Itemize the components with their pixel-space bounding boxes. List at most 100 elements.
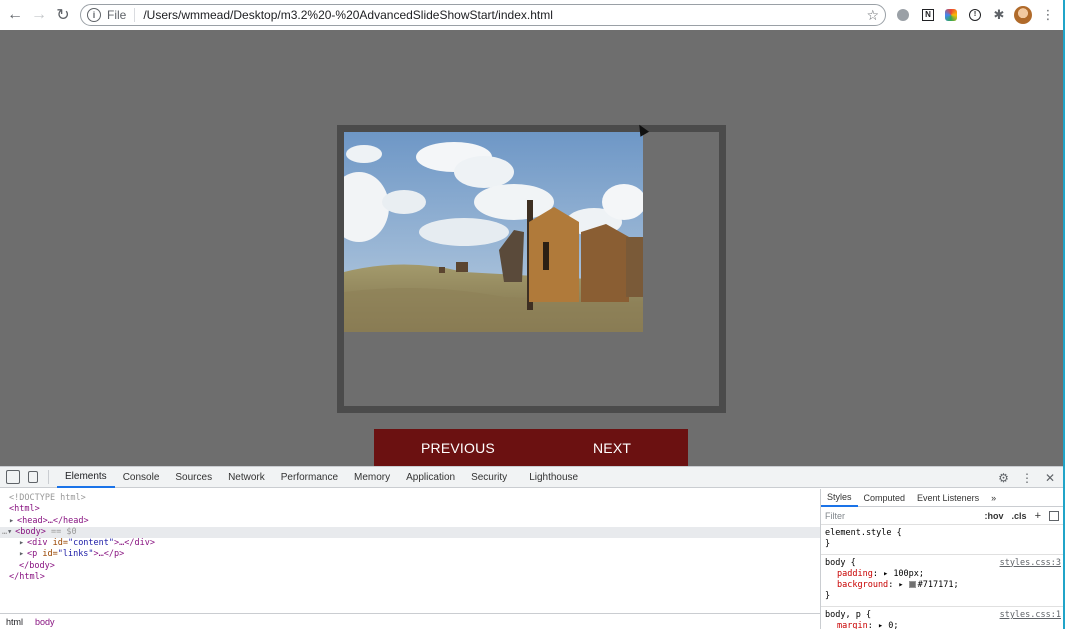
padding-prop: padding xyxy=(837,568,873,579)
next-link[interactable]: NEXT xyxy=(593,440,631,456)
css-rules: element.style { } styles.css:3 body { pa… xyxy=(821,525,1063,629)
omnibox-divider xyxy=(134,8,136,22)
rule-element-style: element.style { } xyxy=(821,525,1063,555)
expand-triangle-icon[interactable]: ▸ xyxy=(9,516,17,527)
profile-avatar[interactable] xyxy=(1014,6,1032,24)
div-tag: <div xyxy=(27,538,53,549)
dom-line-html[interactable]: <html> xyxy=(0,504,820,515)
back-icon[interactable]: ← xyxy=(3,3,27,27)
expand-triangle-icon[interactable]: ▸ xyxy=(19,549,27,560)
content-frame xyxy=(337,125,726,413)
body-open-tag: <body> xyxy=(15,526,46,537)
inspect-element-icon[interactable] xyxy=(6,470,20,484)
devtools-controls: ⚙ ⋮ ✕ xyxy=(998,467,1055,488)
tab-sources[interactable]: Sources xyxy=(167,467,220,488)
html-close-tag: </html> xyxy=(9,572,45,583)
extensions-puzzle-icon[interactable]: ✱ xyxy=(991,7,1007,23)
tab-divider xyxy=(48,470,49,484)
close-devtools-icon[interactable]: ✕ xyxy=(1045,471,1055,485)
p-attr-name: id= xyxy=(42,549,58,560)
settings-gear-icon[interactable]: ⚙ xyxy=(998,471,1009,485)
selected-marker: == $0 xyxy=(50,526,77,537)
doctype-text: <!DOCTYPE html> xyxy=(9,493,86,503)
color-swatch[interactable] xyxy=(908,581,916,589)
tab-network[interactable]: Network xyxy=(220,467,273,488)
margin-declaration[interactable]: margin: ▸ 0; xyxy=(825,621,1059,629)
dom-line-html-close[interactable]: </html> xyxy=(0,572,820,583)
background-prop: background xyxy=(837,580,889,591)
tab-application[interactable]: Application xyxy=(398,467,463,488)
tab-computed[interactable]: Computed xyxy=(858,489,912,507)
site-info-icon[interactable]: i xyxy=(87,8,101,22)
cls-toggle[interactable]: .cls xyxy=(1012,511,1027,521)
tab-security[interactable]: Security xyxy=(463,467,515,488)
bookmark-star-icon[interactable]: ☆ xyxy=(866,7,879,24)
rule-source-link[interactable]: styles.css:3 xyxy=(1000,558,1061,569)
devtools-menu-icon[interactable]: ⋮ xyxy=(1021,471,1033,485)
info-extension-icon[interactable]: ! xyxy=(967,7,983,23)
p-tag-rest: >…</p> xyxy=(93,549,125,560)
more-tabs-icon[interactable]: » xyxy=(985,489,1002,507)
styles-pane: Styles Computed Event Listeners » Filter… xyxy=(820,489,1063,629)
devtools-tab-bar: Elements Console Sources Network Perform… xyxy=(0,467,1063,488)
tab-lighthouse[interactable]: Lighthouse xyxy=(521,467,586,488)
toggle-sidebar-icon[interactable] xyxy=(1049,510,1059,521)
tab-elements[interactable]: Elements xyxy=(57,467,115,488)
breadcrumb-html[interactable]: html xyxy=(0,617,29,627)
div-attr-name: id= xyxy=(52,538,68,549)
div-tag-rest: >…</div> xyxy=(114,538,155,549)
reload-icon[interactable]: ↻ xyxy=(51,3,75,27)
rule-source-link[interactable]: styles.css:1 xyxy=(1000,610,1061,621)
p-attr-value: "links" xyxy=(57,549,94,560)
extension-circle-icon[interactable] xyxy=(895,7,911,23)
rule-close-brace: } xyxy=(825,539,831,550)
tab-memory[interactable]: Memory xyxy=(346,467,398,488)
tab-console[interactable]: Console xyxy=(115,467,168,488)
head-tag: <head>…</head> xyxy=(17,515,89,526)
tab-styles[interactable]: Styles xyxy=(821,489,858,507)
dom-line-body[interactable]: …▾ <body> == $0 xyxy=(0,526,820,539)
color-picker-icon[interactable] xyxy=(943,7,959,23)
new-rule-icon[interactable]: + xyxy=(1035,510,1041,522)
breadcrumb: html body xyxy=(0,613,820,629)
devtools-panel: Elements Console Sources Network Perform… xyxy=(0,466,1063,629)
scheme-label: File xyxy=(107,8,127,22)
dom-line-doctype[interactable]: <!DOCTYPE html> xyxy=(0,493,820,504)
background-declaration[interactable]: background: ▸ #717171; xyxy=(825,580,1059,591)
device-toolbar-icon[interactable] xyxy=(28,471,38,483)
element-style-selector[interactable]: element.style { xyxy=(825,528,1059,539)
url-text[interactable]: /Users/wmmead/Desktop/m3.2%20-%20Advance… xyxy=(143,8,866,22)
dom-line-head[interactable]: ▸ <head>…</head> xyxy=(0,516,820,527)
p-tag: <p xyxy=(27,549,43,560)
body-close-tag: </body> xyxy=(19,560,55,571)
background-value: #717171; xyxy=(917,580,959,591)
rule-close-brace: } xyxy=(825,591,831,602)
rule-body-p: styles.css:1 body, p { margin: ▸ 0; xyxy=(821,607,1063,629)
styles-filter-input[interactable]: Filter xyxy=(825,511,845,521)
browser-menu-icon[interactable]: ⋮ xyxy=(1040,7,1056,23)
styles-filter-row: Filter :hov .cls + xyxy=(821,507,1063,525)
slideshow-image xyxy=(344,132,643,332)
browser-toolbar: ← → ↻ i File /Users/wmmead/Desktop/m3.2%… xyxy=(0,0,1065,30)
tab-event-listeners[interactable]: Event Listeners xyxy=(911,489,985,507)
expand-triangle-icon[interactable]: ▸ xyxy=(19,538,27,549)
padding-value: 100px; xyxy=(893,568,925,579)
div-attr-value: "content" xyxy=(67,538,115,549)
dom-line-body-close[interactable]: </body> xyxy=(0,561,820,572)
notion-icon[interactable]: N xyxy=(920,7,936,23)
forward-icon[interactable]: → xyxy=(27,3,51,27)
dom-line-div[interactable]: ▸ <div id="content">…</div> xyxy=(0,538,820,549)
rule-body: styles.css:3 body { padding: ▸ 100px; ba… xyxy=(821,555,1063,607)
styles-tab-bar: Styles Computed Event Listeners » xyxy=(821,489,1063,507)
dom-line-p[interactable]: ▸ <p id="links">…</p> xyxy=(0,549,820,560)
slideshow-links: PREVIOUS NEXT xyxy=(374,429,688,466)
tab-performance[interactable]: Performance xyxy=(273,467,346,488)
collapse-triangle-icon[interactable]: ▾ xyxy=(7,527,15,538)
hov-toggle[interactable]: :hov xyxy=(985,511,1004,521)
address-bar[interactable]: i File /Users/wmmead/Desktop/m3.2%20-%20… xyxy=(80,4,886,26)
previous-link[interactable]: PREVIOUS xyxy=(421,440,495,456)
margin-prop: margin xyxy=(837,621,868,629)
dom-tree: <!DOCTYPE html> <html> ▸ <head>…</head> …… xyxy=(0,489,820,611)
breadcrumb-body[interactable]: body xyxy=(29,617,61,627)
padding-declaration[interactable]: padding: ▸ 100px; xyxy=(825,569,1059,580)
